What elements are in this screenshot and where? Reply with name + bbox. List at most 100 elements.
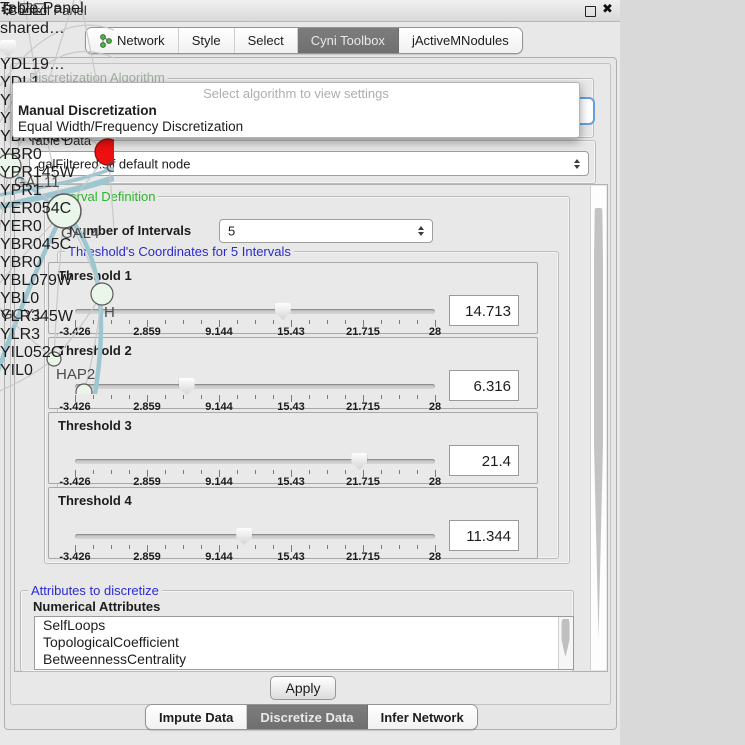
cell-shared-name[interactable]: YPR145W (0, 164, 75, 182)
tab-impute-data[interactable]: Impute Data (146, 705, 247, 729)
cell-name[interactable]: YBL0 (0, 290, 75, 308)
slider-tick (93, 545, 94, 549)
node-label-h-partial: H (104, 304, 114, 321)
threshold-2-slider-thumb[interactable] (179, 378, 195, 395)
slider-tick (201, 320, 202, 324)
float-window-icon[interactable] (585, 6, 596, 17)
table-row[interactable]: YIL052CYIL0 (0, 344, 75, 380)
slider-tick (165, 320, 166, 324)
tab-infer-network[interactable]: Infer Network (368, 705, 477, 729)
num-intervals-combobox[interactable]: 5 (219, 219, 433, 243)
threshold-1-slider[interactable] (75, 309, 435, 314)
slider-tick (129, 395, 130, 399)
cell-name[interactable]: YIL0 (0, 362, 75, 380)
tab-infer-network-label: Infer Network (381, 710, 464, 725)
tab-jactivemnodules[interactable]: jActiveMNodules (399, 28, 522, 53)
slider-tick (237, 320, 238, 324)
slider-tick (381, 395, 382, 399)
tab-jactivemnodules-label: jActiveMNodules (412, 33, 509, 48)
cell-shared-name[interactable]: YLR345W (0, 308, 75, 326)
threshold-4-label: Threshold 4 (58, 493, 132, 508)
cell-name[interactable]: YBR0 (0, 146, 75, 164)
slider-tick (417, 320, 418, 324)
vertical-scrollbar-thumb[interactable] (594, 208, 603, 638)
threshold-2-panel: Threshold 2 -3.4262.8599.14415.4321.7152… (48, 337, 538, 409)
tab-select[interactable]: Select (235, 28, 298, 53)
num-intervals-value: 5 (228, 224, 235, 239)
close-icon[interactable]: ✖ (602, 2, 613, 17)
cell-shared-name[interactable]: YIL052C (0, 344, 75, 362)
slider-scale-label: 9.144 (205, 551, 233, 563)
slider-tick (165, 470, 166, 474)
table-row[interactable]: YER054CYER0 (0, 200, 75, 236)
cell-shared-name[interactable]: YBR045C (0, 236, 75, 254)
slider-tick (255, 545, 256, 549)
attributes-scrollbar-thumb[interactable] (562, 619, 570, 657)
cell-shared-name[interactable]: YER054C (0, 200, 75, 218)
slider-tick (183, 395, 184, 399)
cell-name[interactable]: YBR0 (0, 254, 75, 272)
node-label-c-partial: C (106, 159, 114, 176)
cell-name[interactable]: YLR3 (0, 326, 75, 344)
threshold-4-slider[interactable] (75, 534, 435, 539)
threshold-4-value-field[interactable]: 11.344 (449, 520, 519, 551)
threshold-4-slider-thumb[interactable] (236, 528, 252, 545)
numerical-attributes-list[interactable]: SelfLoopsTopologicalCoefficientBetweenne… (34, 616, 574, 670)
slider-tick (327, 320, 328, 324)
node-bottom-partial[interactable] (76, 384, 92, 394)
slider-tick (417, 395, 418, 399)
slider-tick (417, 545, 418, 549)
checkbox-icons[interactable]: ☑☑ (19, 2, 48, 19)
threshold-1-value-field[interactable]: 14.713 (449, 295, 519, 326)
table-row[interactable]: YPR145WYPR1 (0, 164, 75, 200)
table-row[interactable]: YBL079WYBL0 (0, 272, 75, 308)
table-row[interactable]: YBR045CYBR0 (0, 236, 75, 272)
slider-tick (183, 470, 184, 474)
threshold-3-slider[interactable] (75, 459, 435, 464)
apply-button[interactable]: Apply (270, 676, 336, 700)
node-table[interactable]: shared… n YDL19…YDL1YDR27…YDR2YBR043CYBR… (0, 20, 75, 380)
attribute-list-item[interactable]: TopologicalCoefficient (35, 634, 573, 651)
slider-tick (165, 395, 166, 399)
slider-tick (381, 545, 382, 549)
vertical-scrollbar[interactable] (590, 186, 606, 670)
column-header-shared-name[interactable]: shared… (0, 20, 75, 38)
slider-tick (273, 470, 274, 474)
tab-network-label: Network (117, 33, 165, 48)
slider-tick (309, 470, 310, 474)
tab-style[interactable]: Style (179, 28, 235, 53)
table-panel-toolbar: ⚙ ☑☑ (0, 0, 75, 20)
attribute-list-item[interactable]: SelfLoops (35, 617, 573, 634)
slider-tick (345, 395, 346, 399)
slider-tick (399, 320, 400, 324)
algorithm-option-manual[interactable]: Manual Discretization (18, 103, 157, 118)
node-h[interactable] (91, 283, 113, 305)
algorithm-option-equal-width[interactable]: Equal Width/Frequency Discretization (18, 119, 243, 134)
table-panel-box: ⚙ ☑☑ shared… n YDL19…YDL1YDR27…YDR2YBR04… (0, 0, 75, 380)
bottom-tab-bar: Impute Data Discretize Data Infer Networ… (145, 704, 478, 730)
cell-name[interactable]: YER0 (0, 218, 75, 236)
attribute-list-item[interactable]: BetweennessCentrality (35, 651, 573, 668)
threshold-3-slider-thumb[interactable] (351, 453, 367, 470)
table-row[interactable]: YLR345WYLR3 (0, 308, 75, 344)
slider-tick (273, 545, 274, 549)
cell-name[interactable]: YPR1 (0, 182, 75, 200)
cell-shared-name[interactable]: YDL19… (0, 56, 75, 74)
cell-shared-name[interactable]: YBL079W (0, 272, 75, 290)
threshold-2-value-field[interactable]: 6.316 (449, 370, 519, 401)
slider-tick (309, 395, 310, 399)
slider-tick (111, 470, 112, 474)
tab-discretize-data[interactable]: Discretize Data (247, 705, 367, 729)
slider-tick (237, 395, 238, 399)
slider-tick (129, 470, 130, 474)
slider-tick (165, 545, 166, 549)
threshold-3-value-field[interactable]: 21.4 (449, 445, 519, 476)
slider-tick (327, 470, 328, 474)
attributes-scrollbar[interactable] (558, 617, 573, 669)
gear-icon[interactable]: ⚙ (0, 2, 14, 19)
threshold-2-slider[interactable] (75, 384, 435, 389)
threshold-1-slider-thumb[interactable] (275, 303, 291, 320)
slider-tick (255, 320, 256, 324)
tab-cyni-toolbox[interactable]: Cyni Toolbox (298, 28, 399, 53)
attributes-title: Attributes to discretize (28, 583, 162, 598)
